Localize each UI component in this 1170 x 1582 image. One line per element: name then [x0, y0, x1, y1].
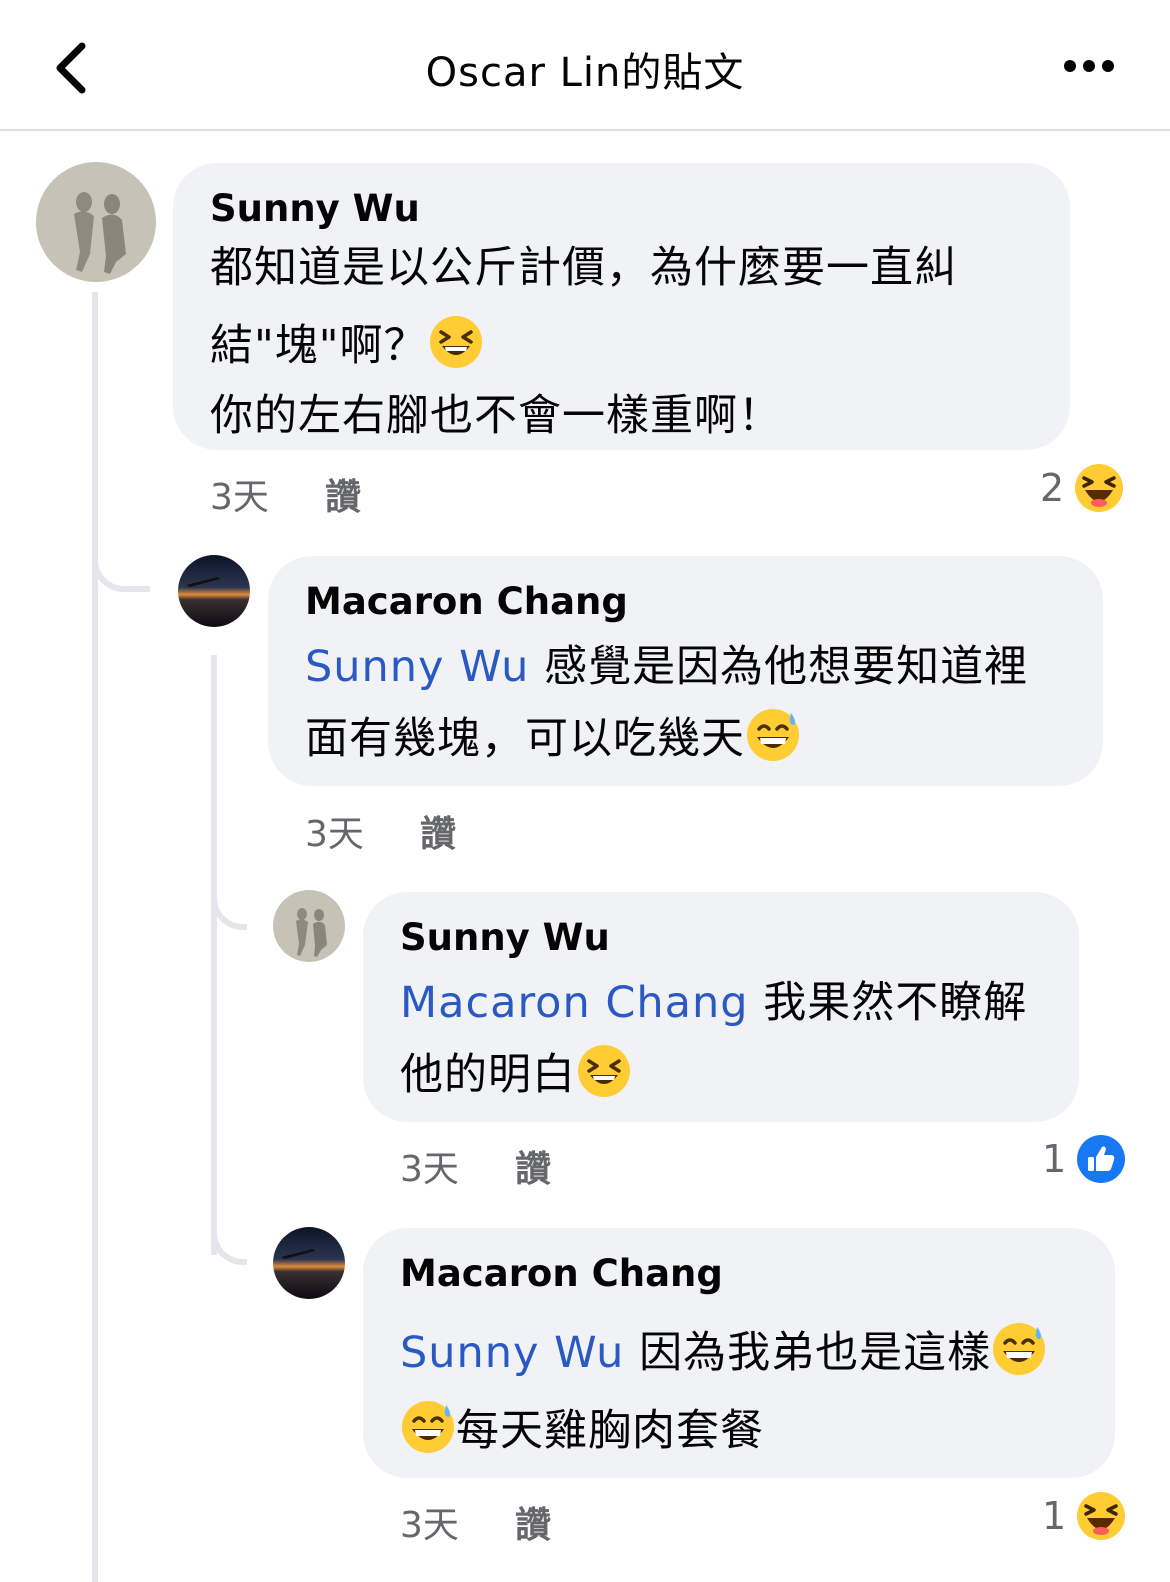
haha-reaction-icon [1077, 1492, 1126, 1540]
like-button[interactable]: 讚 [325, 468, 361, 520]
avatar-sunny-wu[interactable] [273, 890, 345, 962]
comment-text-line: Macaron Chang 我果然不瞭解 [400, 968, 1027, 1030]
comment-time: 3天 [400, 1505, 459, 1546]
avatar-sunny-wu[interactable] [36, 162, 156, 282]
thread-line-reply [211, 655, 217, 1255]
comment-author[interactable]: Macaron Chang [305, 580, 628, 623]
reaction-count: 1 [1042, 1137, 1067, 1181]
comment-text-line: Sunny Wu 因為我弟也是這樣 [400, 1318, 1047, 1380]
comment-text: 他的明白 [400, 1050, 576, 1100]
comment-text: 感覺是因為他想要知道裡 [529, 642, 1029, 692]
thread-line-main [92, 292, 98, 1582]
mention-link[interactable]: Sunny Wu [400, 1328, 624, 1378]
page-title: Oscar Lin的貼文 [425, 50, 745, 96]
reaction-summary[interactable]: 2 [1040, 462, 1124, 514]
comment-time: 3天 [305, 814, 364, 855]
reaction-summary[interactable]: 1 [1042, 1133, 1126, 1185]
laughing-squinting-emoji [576, 1043, 632, 1099]
mention-link[interactable]: Sunny Wu [305, 642, 529, 692]
comment-text: 因為我弟也是這樣 [624, 1328, 992, 1378]
comment-author[interactable]: Sunny Wu [400, 916, 610, 959]
reaction-count: 1 [1042, 1494, 1067, 1538]
grinning-sweat-emoji [991, 1321, 1047, 1377]
like-button[interactable]: 讚 [515, 1140, 551, 1192]
comment-text: 面有幾塊，可以吃幾天 [305, 714, 745, 764]
comment-author[interactable]: Sunny Wu [210, 187, 420, 230]
grinning-sweat-emoji [400, 1399, 456, 1455]
reaction-summary[interactable]: 1 [1042, 1490, 1126, 1542]
comment-text: 都知道是以公斤計價，為什麼要一直糾 [210, 243, 958, 293]
comment-time: 3天 [400, 1149, 459, 1190]
comment-text: 你的左右腳也不會一樣重啊！ [210, 391, 782, 441]
more-horizontal-icon [1064, 60, 1114, 72]
comment-text-line: 結"塊"啊？ [210, 311, 484, 373]
like-button[interactable]: 讚 [515, 1496, 551, 1548]
comment-bubble: Sunny Wu Macaron Chang 我果然不瞭解 他的明白 [363, 892, 1079, 1122]
mention-link[interactable]: Macaron Chang [400, 978, 749, 1028]
comment-author[interactable]: Macaron Chang [400, 1252, 723, 1295]
avatar-macaron-chang[interactable] [273, 1227, 345, 1299]
laughing-squinting-emoji [428, 314, 484, 370]
top-bar: Oscar Lin的貼文 [0, 0, 1170, 131]
more-options-button[interactable] [1058, 46, 1122, 86]
comment-time: 3天 [210, 477, 269, 518]
comment-bubble: Macaron Chang Sunny Wu 因為我弟也是這樣 每天雞胸肉套餐 [363, 1228, 1115, 1478]
comment-text: 結"塊"啊？ [210, 321, 428, 371]
comment-text-line: Sunny Wu 感覺是因為他想要知道裡 [305, 632, 1028, 694]
comment-text-line: 他的明白 [400, 1040, 632, 1102]
thread-connector [211, 1203, 247, 1265]
like-button[interactable]: 讚 [420, 805, 456, 857]
thread-connector [92, 530, 150, 592]
reaction-count: 2 [1040, 466, 1065, 510]
comment-text-line: 面有幾塊，可以吃幾天 [305, 704, 801, 766]
comment-text: 每天雞胸肉套餐 [456, 1406, 764, 1456]
comment-bubble: Macaron Chang Sunny Wu 感覺是因為他想要知道裡 面有幾塊，… [268, 556, 1103, 786]
comment-text-line: 每天雞胸肉套餐 [400, 1396, 764, 1458]
like-reaction-icon [1077, 1135, 1126, 1183]
haha-reaction-icon [1075, 464, 1124, 512]
avatar-macaron-chang[interactable] [178, 555, 250, 627]
comment-text: 我果然不瞭解 [748, 978, 1028, 1028]
comment-bubble: Sunny Wu 都知道是以公斤計價，為什麼要一直糾 結"塊"啊？ 你的左右腳也… [173, 163, 1070, 450]
grinning-sweat-emoji [745, 707, 801, 763]
